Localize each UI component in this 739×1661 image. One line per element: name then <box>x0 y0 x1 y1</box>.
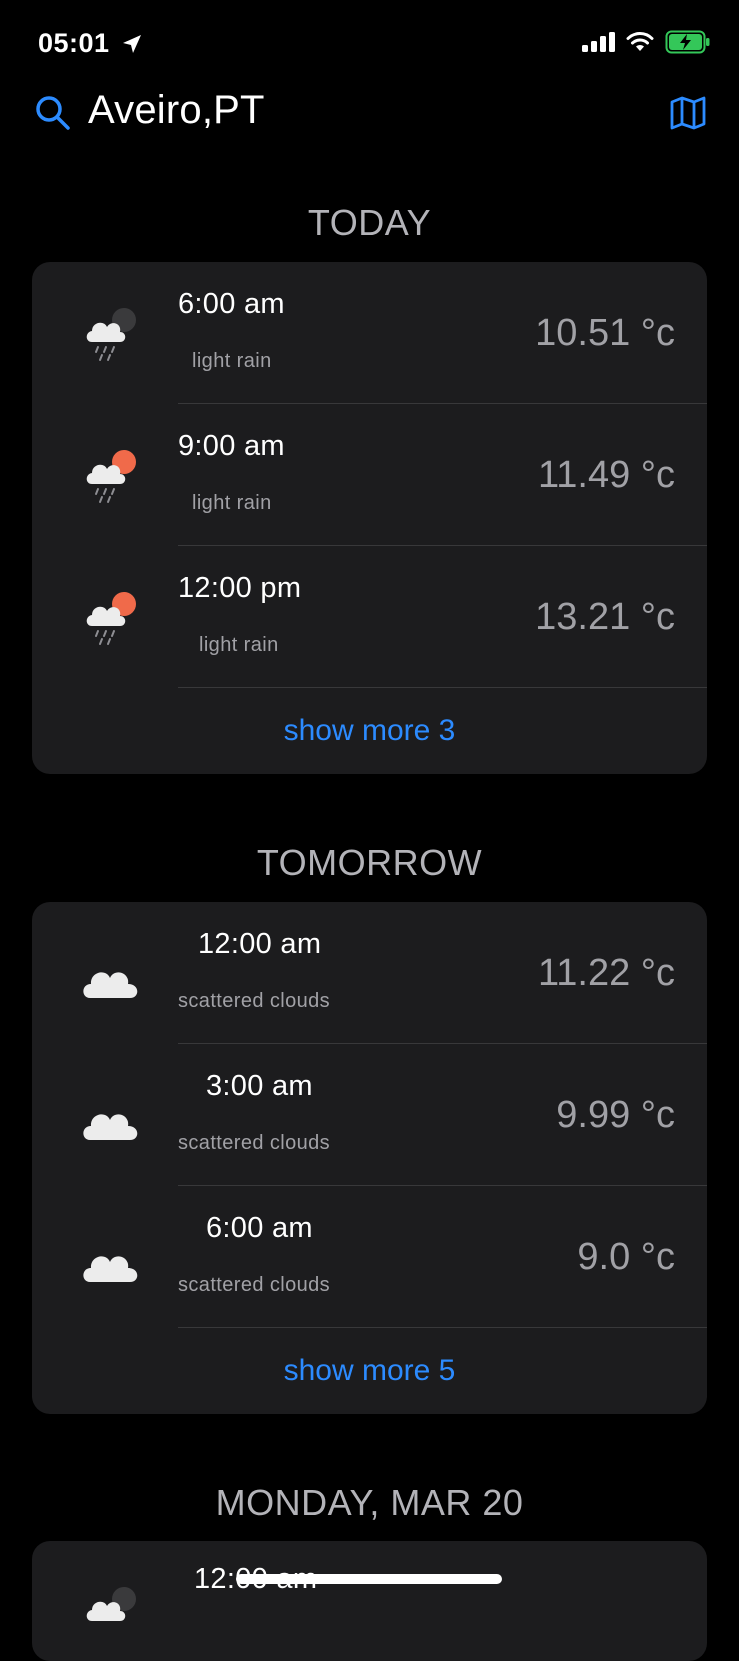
forecast-description: light rain <box>192 350 272 372</box>
forecast-time: 6:00 am <box>178 288 285 320</box>
battery-charging-icon <box>665 30 710 54</box>
forecast-description: scattered clouds <box>178 990 331 1012</box>
city-title: Aveiro,PT <box>88 88 265 132</box>
forecast-time: 12:00 pm <box>178 572 302 604</box>
forecast-temperature: 11.22 °c <box>537 952 675 994</box>
status-bar: 05:01 <box>0 0 739 90</box>
day-rain-cloud-icon <box>86 450 136 503</box>
day-rain-cloud-icon <box>86 592 136 645</box>
forecast-row[interactable]: 3:00 am scattered clouds 9.99 °c <box>32 1044 707 1186</box>
home-indicator <box>236 1574 502 1584</box>
forecast-temperature: 9.0 °c <box>577 1236 675 1278</box>
forecast-row[interactable]: 9:00 am light rain 11.49 °c <box>32 404 707 546</box>
show-more-button[interactable]: show more 3 <box>32 688 707 774</box>
status-time: 05:01 <box>38 28 110 58</box>
forecast-temperature: 13.21 °c <box>535 596 675 638</box>
forecast-row[interactable]: 12:00 pm light rain 13.21 °c <box>32 546 707 688</box>
forecast-time: 12:00 am <box>198 928 322 960</box>
map-icon[interactable] <box>669 94 707 132</box>
forecast-description: scattered clouds <box>178 1274 331 1296</box>
forecast-temperature: 11.49 °c <box>537 454 675 496</box>
forecast-row[interactable]: 6:00 am light rain 10.51 °c <box>32 262 707 404</box>
section-title-today: TODAY <box>307 202 432 243</box>
forecast-time: 9:00 am <box>178 430 285 462</box>
cloud-icon <box>83 1114 138 1140</box>
cloud-icon <box>83 972 138 998</box>
night-rain-cloud-icon <box>86 308 136 361</box>
show-more-button[interactable]: show more 5 <box>32 1328 707 1414</box>
forecast-temperature: 10.51 °c <box>535 312 675 354</box>
cellular-signal-icon <box>582 32 615 52</box>
forecast-temperature: 9.99 °c <box>556 1094 675 1136</box>
forecast-card-tomorrow: 12:00 am scattered clouds 11.22 °c 3:00 … <box>32 902 707 1414</box>
section-title-tomorrow: TOMORROW <box>256 842 483 883</box>
cloud-icon <box>83 1256 138 1282</box>
row-divider <box>178 687 707 688</box>
forecast-time: 6:00 am <box>206 1212 313 1244</box>
forecast-description: light rain <box>199 634 279 656</box>
forecast-row[interactable]: 12:00 am scattered clouds 11.22 °c <box>32 902 707 1044</box>
forecast-row[interactable]: 6:00 am scattered clouds 9.0 °c <box>32 1186 707 1328</box>
wifi-icon <box>626 32 654 51</box>
forecast-card-monday: 12:00 am <box>32 1541 707 1661</box>
night-cloud-icon <box>86 1587 136 1621</box>
search-icon[interactable] <box>34 94 72 132</box>
forecast-row[interactable]: 12:00 am <box>32 1541 707 1661</box>
forecast-description: scattered clouds <box>178 1132 331 1154</box>
row-divider <box>178 1327 707 1328</box>
location-arrow-icon <box>123 35 141 53</box>
section-title-monday: MONDAY, MAR 20 <box>215 1482 524 1523</box>
header: Aveiro,PT <box>0 82 739 148</box>
forecast-description: light rain <box>192 492 272 514</box>
forecast-card-today: 6:00 am light rain 10.51 °c 9:00 am ligh… <box>32 262 707 774</box>
forecast-time: 3:00 am <box>206 1070 313 1102</box>
